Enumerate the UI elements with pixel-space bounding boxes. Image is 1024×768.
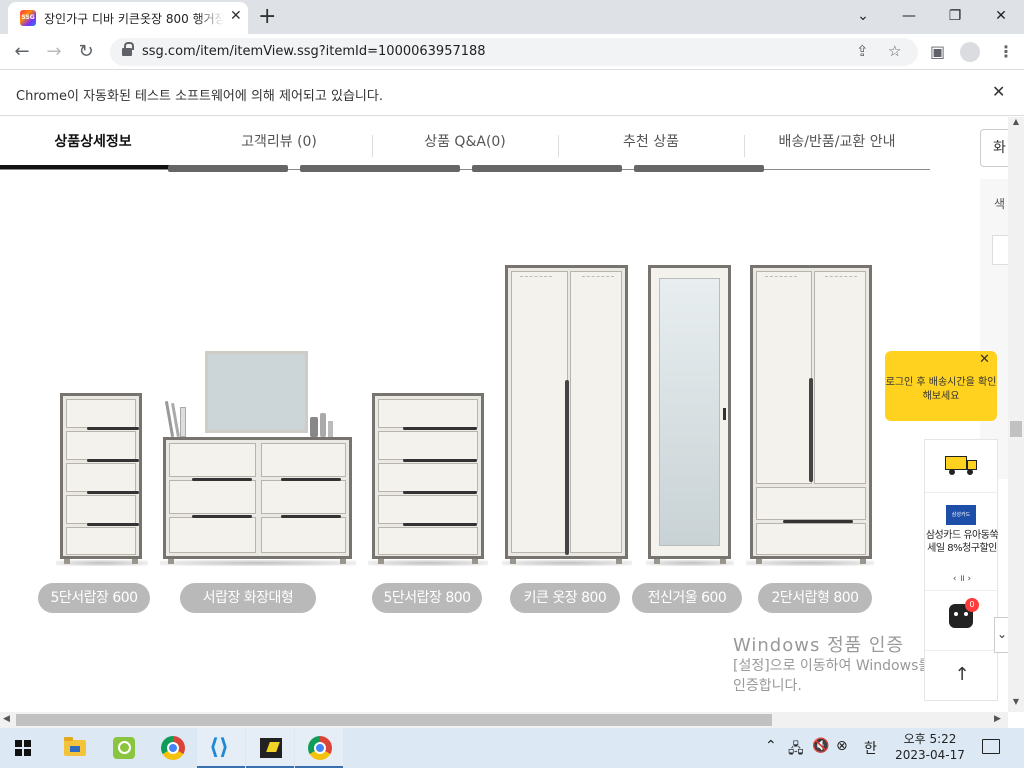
minimize-button[interactable]: — — [886, 2, 932, 32]
side-panel-icon[interactable]: ▣ — [930, 42, 945, 61]
carousel-controls[interactable]: ‹ ॥ › — [925, 571, 999, 584]
side-option-label: 색 — [994, 197, 1006, 211]
vertical-scrollbar[interactable]: ▲ ▼ — [1008, 117, 1024, 712]
product-label: 5단서랍장 600 — [38, 583, 150, 613]
vertical-scroll-thumb[interactable] — [1010, 421, 1022, 437]
scroll-up-arrow-icon[interactable]: ▲ — [1008, 117, 1024, 126]
clock-time: 오후 5:22 — [903, 732, 957, 746]
automation-infobar: Chrome이 자동화된 테스트 소프트웨어에 의해 제어되고 있습니다. ✕ — [0, 70, 1024, 116]
windows-activation-title: Windows 정품 인증 — [733, 635, 905, 656]
ime-indicator[interactable]: 한 — [864, 738, 877, 758]
side-option-tab[interactable]: 화 — [980, 129, 1008, 167]
chatbot-badge: 0 — [965, 598, 979, 612]
taskbar-vscode[interactable]: ⟨⟩ — [197, 728, 245, 768]
close-window-button[interactable]: ✕ — [978, 2, 1024, 32]
forward-arrow-icon[interactable]: → — [42, 40, 66, 64]
taskbar-green-app[interactable] — [99, 728, 147, 768]
horizontal-scrollbar[interactable]: ◀ ▶ — [0, 712, 1008, 728]
product-label: 키큰 옷장 800 — [510, 583, 620, 613]
notes-icon — [260, 738, 282, 758]
reload-icon[interactable]: ↻ — [74, 40, 98, 64]
delivery-time-tooltip: ✕ 로그인 후 배송시간을 확인해보세요 — [885, 351, 997, 421]
network-icon[interactable]: 🖧 — [788, 738, 804, 762]
clipped-description-text — [160, 159, 780, 173]
url-text[interactable]: ssg.com/item/itemView.ssg?itemId=1000063… — [142, 44, 486, 59]
address-bar[interactable]: ssg.com/item/itemView.ssg?itemId=1000063… — [110, 38, 918, 66]
share-icon[interactable]: ⇪ — [856, 42, 869, 60]
start-button[interactable] — [0, 728, 48, 768]
bookmark-star-icon[interactable]: ☆ — [888, 42, 901, 60]
status-blocked-icon[interactable]: ⊗ — [836, 738, 848, 754]
windows-logo-icon — [15, 740, 31, 756]
volume-muted-icon[interactable]: 🔇 — [812, 738, 829, 754]
page-content: 상품상세정보 고객리뷰 (0) 상품 Q&A(0) 추천 상품 배송/반품/교환… — [0, 117, 1008, 712]
kebab-menu-icon[interactable]: ⋮ — [998, 42, 1014, 61]
taskbar-chrome[interactable] — [148, 728, 196, 768]
tooltip-close-icon[interactable]: ✕ — [979, 352, 990, 367]
folder-icon — [64, 737, 86, 756]
search-app-icon — [113, 737, 135, 759]
ssg-favicon-icon: SSG — [20, 10, 36, 26]
browser-titlebar: SSG 장인가구 디바 키큰옷장 800 행거장 ✕ + ⌄ — ❐ ✕ — [0, 0, 1024, 34]
tab-search-button[interactable]: ⌄ — [840, 2, 886, 32]
infobar-close-icon[interactable]: ✕ — [992, 82, 1005, 101]
lock-icon[interactable] — [122, 42, 134, 57]
clock-date: 2023-04-17 — [895, 748, 965, 762]
profile-avatar-icon[interactable] — [960, 42, 980, 62]
tab-close-icon[interactable]: ✕ — [230, 8, 242, 24]
scroll-right-arrow-icon[interactable]: ▶ — [994, 714, 1001, 724]
samsung-card-logo-icon[interactable]: 삼성카드 — [946, 505, 976, 525]
product-label: 전신거울 600 — [632, 583, 742, 613]
chrome-icon — [161, 736, 185, 760]
restore-button[interactable]: ❐ — [932, 2, 978, 32]
delivery-truck-icon[interactable] — [945, 454, 979, 476]
product-label: 5단서랍장 800 — [372, 583, 482, 613]
expand-chevron-icon[interactable]: ⌄ — [994, 617, 1008, 653]
tab-title: 장인가구 디바 키큰옷장 800 행거장 — [44, 12, 224, 26]
chrome-icon — [308, 736, 332, 760]
taskbar-file-explorer[interactable] — [50, 728, 98, 768]
vscode-icon: ⟨⟩ — [209, 735, 230, 760]
product-label: 서랍장 화장대형 — [180, 583, 316, 613]
browser-tab[interactable]: SSG 장인가구 디바 키큰옷장 800 행거장 ✕ — [8, 2, 248, 34]
product-label: 2단서랍형 800 — [758, 583, 872, 613]
windows-taskbar: ⟨⟩ ⌃ 🖧 🔇 ⊗ 한 오후 5:22 2023-04-17 — [0, 728, 1024, 768]
taskbar-sticky-notes[interactable] — [246, 728, 294, 768]
tray-overflow-chevron-icon[interactable]: ⌃ — [765, 738, 777, 754]
taskbar-clock[interactable]: 오후 5:22 2023-04-17 — [892, 731, 968, 763]
scroll-down-arrow-icon[interactable]: ▼ — [1008, 697, 1024, 706]
horizontal-scroll-thumb[interactable] — [16, 714, 772, 726]
back-arrow-icon[interactable]: ← — [10, 40, 34, 64]
card-promo-text[interactable]: 삼성카드 유아동쑥세일 8%청구할인 — [925, 529, 999, 555]
side-option-select[interactable] — [992, 235, 1008, 265]
side-option-panel — [980, 179, 1008, 479]
notification-center-icon[interactable] — [982, 739, 1000, 754]
new-tab-button[interactable]: + — [258, 4, 276, 29]
quick-menu: 삼성카드 삼성카드 유아동쑥세일 8%청구할인 ‹ ॥ › 0 ↑ — [924, 439, 999, 701]
tab-product-detail[interactable]: 상품상세정보 — [0, 125, 186, 169]
tooltip-text: 로그인 후 배송시간을 확인해보세요 — [885, 377, 997, 402]
infobar-text: Chrome이 자동화된 테스트 소프트웨어에 의해 제어되고 있습니다. — [16, 89, 383, 104]
scroll-top-icon[interactable]: ↑ — [925, 664, 999, 685]
scroll-left-arrow-icon[interactable]: ◀ — [3, 714, 10, 724]
browser-toolbar: ← → ↻ ssg.com/item/itemView.ssg?itemId=1… — [0, 34, 1024, 70]
taskbar-chrome-active[interactable] — [295, 728, 343, 768]
